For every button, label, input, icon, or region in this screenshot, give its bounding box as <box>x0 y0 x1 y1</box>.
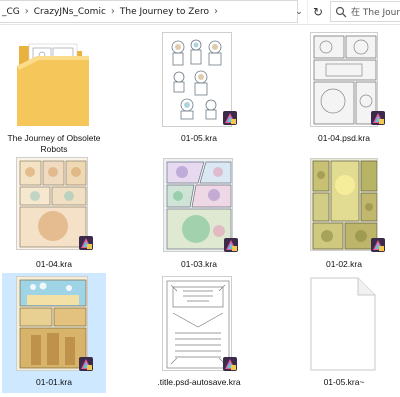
chevron-down-icon[interactable]: ⌄ <box>291 0 307 23</box>
file-item[interactable]: .title.psd-autosave.kra <box>147 273 251 393</box>
krita-icon <box>79 236 93 250</box>
file-name: 01-04.psd.kra <box>318 133 370 143</box>
file-item[interactable]: 01-05.kra <box>147 30 251 155</box>
chevron-right-icon: › <box>24 6 29 17</box>
file-name: 01-05.kra <box>181 133 217 143</box>
file-item[interactable]: 01-05.kra~ <box>292 273 396 393</box>
folder-icon <box>17 43 89 126</box>
file-item[interactable]: The Journey of Obsolete Robots <box>2 30 106 155</box>
file-name: .title.psd-autosave.kra <box>157 377 241 387</box>
file-item[interactable]: 01-03.kra <box>147 155 251 273</box>
file-name: 01-03.kra <box>181 259 217 269</box>
file-name: 01-05.kra~ <box>323 377 365 387</box>
file-item[interactable]: 01-04.kra <box>2 155 106 273</box>
search-input[interactable]: 在 The Journey <box>330 1 400 22</box>
search-placeholder: 在 The Journey <box>351 8 400 18</box>
breadcrumb-item[interactable]: CrazyJNs_Comic <box>32 7 108 17</box>
krita-icon <box>371 111 385 125</box>
krita-icon <box>79 357 93 371</box>
file-name: 01-01.kra <box>36 377 72 387</box>
breadcrumb-item[interactable]: _CG <box>0 7 22 17</box>
file-thumbnail <box>310 32 378 127</box>
file-name: 01-02.kra <box>326 259 362 269</box>
krita-icon <box>371 238 385 252</box>
search-icon <box>335 6 347 17</box>
krita-icon <box>224 238 238 252</box>
file-name: The Journey of Obsolete Robots <box>7 133 101 154</box>
file-thumbnail <box>310 158 378 251</box>
krita-icon <box>223 111 237 125</box>
refresh-icon[interactable]: ↻ <box>307 0 328 23</box>
krita-icon <box>223 357 237 371</box>
breadcrumb[interactable]: _CG › CrazyJNs_Comic › The Journey to Ze… <box>0 0 298 23</box>
breadcrumb-item[interactable]: The Journey to Zero <box>118 7 211 17</box>
chevron-right-icon: › <box>213 6 218 17</box>
file-item[interactable]: 01-04.psd.kra <box>292 30 396 155</box>
chevron-right-icon: › <box>110 6 115 17</box>
file-item[interactable]: 01-02.kra <box>292 155 396 273</box>
file-item-selected[interactable]: 01-01.kra <box>2 273 106 393</box>
file-name: 01-04.kra <box>36 259 72 269</box>
address-bar: _CG › CrazyJNs_Comic › The Journey to Ze… <box>0 0 400 25</box>
blank-file-icon <box>310 277 376 371</box>
